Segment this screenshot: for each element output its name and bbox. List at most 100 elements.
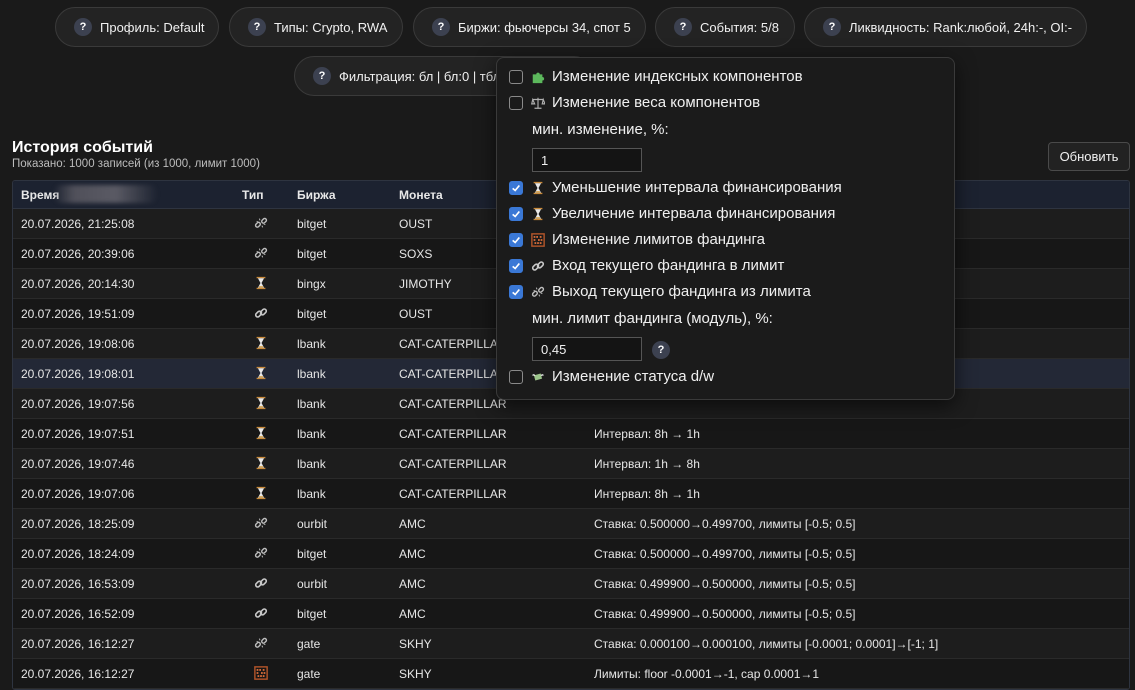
cell-exchange: bitget <box>297 216 327 231</box>
event-checkbox[interactable] <box>509 369 523 384</box>
cell-exchange: lbank <box>297 366 326 381</box>
event-checkbox[interactable] <box>509 258 523 273</box>
cell-description: Интервал: 8h → 1h <box>594 486 700 501</box>
table-row[interactable]: 20.07.2026, 16:12:27 gate SKHY Лимиты: floo… <box>13 659 1129 689</box>
table-row[interactable]: 20.07.2026, 18:25:09 ourbit AMC Ставка: 0.5… <box>13 509 1129 539</box>
cell-type <box>234 216 290 232</box>
filter-exchanges[interactable]: ? Биржи: фьючерсы 34, спот 5 <box>413 7 646 47</box>
event-option-label: Выход текущего фандинга из лимита <box>552 283 811 300</box>
cell-type <box>234 336 290 352</box>
filter-profile[interactable]: ? Профиль: Default <box>55 7 219 47</box>
help-icon[interactable]: ? <box>652 341 670 359</box>
help-icon[interactable]: ? <box>674 18 692 36</box>
min-change-input[interactable] <box>532 148 642 172</box>
filter-types[interactable]: ? Типы: Crypto, RWA <box>229 7 403 47</box>
cell-description: Ставка: 0.500000→0.499700, лимиты [-0.5;… <box>594 546 856 561</box>
filter-exchanges-label: Биржи: фьючерсы 34, спот 5 <box>458 19 631 35</box>
cell-coin: SKHY <box>399 636 432 651</box>
refresh-button[interactable]: Обновить <box>1048 142 1130 171</box>
cell-time: 20.07.2026, 16:12:27 <box>21 636 135 651</box>
help-icon[interactable]: ? <box>248 18 266 36</box>
hourglass-icon <box>254 396 270 412</box>
cell-type <box>234 396 290 412</box>
cell-type <box>234 366 290 382</box>
broken-link-icon <box>254 216 270 232</box>
min-change-label: мин. изменение, %: <box>532 121 669 138</box>
cell-exchange: bitget <box>297 546 327 561</box>
filter-profile-label: Профиль: Default <box>100 19 205 35</box>
filter-events[interactable]: ? События: 5/8 <box>655 7 795 47</box>
event-checkbox[interactable] <box>509 206 523 221</box>
filter-liquidity[interactable]: ? Ликвидность: Rank:любой, 24h:-, OI:- <box>804 7 1087 47</box>
table-row[interactable]: 20.07.2026, 19:07:46 lbank CAT-CATERPILLAR… <box>13 449 1129 479</box>
table-row[interactable]: 20.07.2026, 19:07:51 lbank CAT-CATERPILLAR… <box>13 419 1129 449</box>
event-option[interactable]: Изменение веса компонентов <box>509 94 760 111</box>
help-icon[interactable]: ? <box>823 18 841 36</box>
event-checkbox[interactable] <box>509 284 523 299</box>
redacted-blur <box>53 184 158 203</box>
event-option-label: Изменение статуса d/w <box>552 368 715 385</box>
cell-time: 20.07.2026, 19:07:51 <box>21 426 135 441</box>
event-option-label: Изменение веса компонентов <box>552 94 761 111</box>
cell-type <box>234 306 290 322</box>
filter-types-label: Типы: Crypto, RWA <box>274 19 388 35</box>
event-checkbox[interactable] <box>509 180 523 195</box>
table-row[interactable]: 20.07.2026, 16:12:27 gate SKHY Ставка: 0.00… <box>13 629 1129 659</box>
cell-coin: SKHY <box>399 666 432 681</box>
money-wings-icon <box>531 370 545 384</box>
table-row[interactable]: 20.07.2026, 16:52:09 bitget AMC Ставка: 0.4… <box>13 599 1129 629</box>
filter-filtering-label: Фильтрация: бл | бл:0 | тбл <box>339 68 501 84</box>
cell-exchange: bitget <box>297 306 327 321</box>
cell-time: 20.07.2026, 19:51:09 <box>21 306 135 321</box>
event-option[interactable]: Выход текущего фандинга из лимита <box>509 283 811 300</box>
header-type[interactable]: Тип <box>234 188 290 202</box>
header-exchange[interactable]: Биржа <box>290 188 391 202</box>
cell-description: Ставка: 0.000100→0.000100, лимиты [-0.00… <box>594 636 939 651</box>
cell-exchange: gate <box>297 636 321 651</box>
cell-type <box>234 276 290 292</box>
event-option[interactable]: Вход текущего фандинга в лимит <box>509 257 784 274</box>
cell-type <box>234 426 290 442</box>
event-checkbox[interactable] <box>509 69 523 84</box>
filter-liquidity-label: Ликвидность: Rank:любой, 24h:-, OI:- <box>849 19 1073 35</box>
link-icon <box>254 576 270 592</box>
cell-description: Интервал: 8h → 1h <box>594 426 700 441</box>
cell-exchange: gate <box>297 666 321 681</box>
cell-description: Ставка: 0.499900→0.500000, лимиты [-0.5;… <box>594 576 856 591</box>
event-option[interactable]: Изменение лимитов фандинга <box>509 231 765 248</box>
table-row[interactable]: 20.07.2026, 18:24:09 bitget AMC Ставка: 0.5… <box>13 539 1129 569</box>
cell-time: 20.07.2026, 18:24:09 <box>21 546 135 561</box>
cell-exchange: bitget <box>297 606 327 621</box>
cell-time: 20.07.2026, 16:12:27 <box>21 666 135 681</box>
table-row[interactable]: 20.07.2026, 19:07:06 lbank CAT-CATERPILLAR… <box>13 479 1129 509</box>
hourglass-icon <box>254 366 270 382</box>
event-option-label: Вход текущего фандинга в лимит <box>552 257 785 274</box>
event-option[interactable]: Увеличение интервала финансирования <box>509 205 835 222</box>
event-checkbox[interactable] <box>509 95 523 110</box>
header-time[interactable]: Время <box>13 184 234 203</box>
hourglass-icon <box>254 336 270 352</box>
min-limit-input[interactable] <box>532 337 642 361</box>
link-icon <box>254 306 270 322</box>
help-icon[interactable]: ? <box>313 67 331 85</box>
cell-time: 20.07.2026, 16:52:09 <box>21 606 135 621</box>
cell-exchange: ourbit <box>297 516 328 531</box>
cell-time: 20.07.2026, 19:07:56 <box>21 396 135 411</box>
cell-exchange: ourbit <box>297 576 328 591</box>
cell-type <box>234 486 290 502</box>
help-icon[interactable]: ? <box>432 18 450 36</box>
hourglass-icon <box>531 181 545 195</box>
cell-exchange: lbank <box>297 456 326 471</box>
event-option[interactable]: Уменьшение интервала финансирования <box>509 179 842 196</box>
table-row[interactable]: 20.07.2026, 16:53:09 ourbit AMC Ставка: 0.4… <box>13 569 1129 599</box>
broken-link-icon <box>254 636 270 652</box>
cell-time: 20.07.2026, 16:53:09 <box>21 576 135 591</box>
event-checkbox[interactable] <box>509 232 523 247</box>
event-option[interactable]: Изменение индексных компонентов <box>509 68 803 85</box>
cell-coin: AMC <box>399 576 426 591</box>
help-icon[interactable]: ? <box>74 18 92 36</box>
event-option[interactable]: Изменение статуса d/w <box>509 368 714 385</box>
hourglass-icon <box>254 486 270 502</box>
event-option-label: Изменение лимитов фандинга <box>552 231 765 248</box>
cell-coin: CAT-CATERPILLAR <box>399 456 507 471</box>
